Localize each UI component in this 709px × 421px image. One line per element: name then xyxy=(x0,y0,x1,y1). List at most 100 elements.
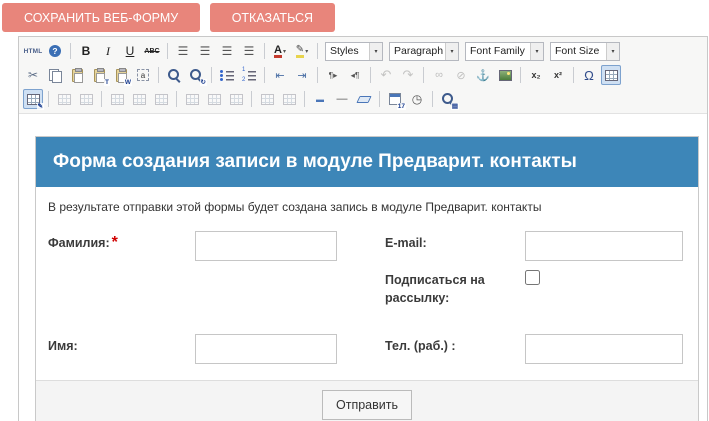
insert-column-after-icon[interactable] xyxy=(204,89,224,109)
help-icon[interactable]: ? xyxy=(45,41,65,61)
last-name-input[interactable] xyxy=(195,231,337,261)
font-family-select-value: Font Family xyxy=(470,45,525,57)
insert-column-before-icon[interactable] xyxy=(182,89,202,109)
paste-as-text-icon[interactable]: T xyxy=(89,65,110,86)
toolbar-separator xyxy=(70,43,71,59)
ltr-icon[interactable]: ¶▸ xyxy=(323,65,343,85)
preview-icon[interactable]: ▤ xyxy=(438,89,459,110)
unlink-icon[interactable]: ⊘ xyxy=(451,65,471,85)
editor-toolbar: HTML? B I U ABC ☰ ☰ ☰ ☰ A ▾ ✎ ▾ Styles ▾ Paragraph ▾ Font… xyxy=(19,37,707,114)
text-color-button[interactable]: A ▾ xyxy=(270,41,290,61)
newsletter-checkbox[interactable] xyxy=(525,270,540,285)
table-row-properties-icon[interactable] xyxy=(54,89,74,109)
find-icon[interactable] xyxy=(164,65,184,85)
undo-icon[interactable]: ↶ xyxy=(376,65,396,85)
delete-column-icon[interactable] xyxy=(226,89,246,109)
insert-horizontal-rule-icon[interactable]: ▬ xyxy=(310,89,330,109)
insert-table-icon[interactable]: ✎ xyxy=(23,89,44,110)
insert-row-before-icon[interactable] xyxy=(107,89,127,109)
insert-column-before-icon-glyph xyxy=(185,93,199,105)
styles-select[interactable]: Styles ▾ xyxy=(325,41,383,61)
paragraph-select[interactable]: Paragraph ▾ xyxy=(389,41,459,61)
redo-icon[interactable]: ↷ xyxy=(398,65,418,85)
rtl-icon[interactable]: ◂¶ xyxy=(345,65,365,85)
split-cells-icon[interactable] xyxy=(257,89,277,109)
copy-icon[interactable] xyxy=(45,65,65,85)
styles-select-value: Styles xyxy=(330,45,359,57)
image-icon[interactable] xyxy=(495,65,515,85)
undo-icon-glyph: ↶ xyxy=(380,67,392,82)
form-title: Форма создания записи в модуле Предварит… xyxy=(36,137,698,187)
align-left-button[interactable]: ☰ xyxy=(173,41,193,61)
numbered-list-icon-glyph xyxy=(242,67,256,83)
insert-row-before-icon-glyph xyxy=(110,93,124,105)
chevron-down-icon[interactable]: ▾ xyxy=(283,48,286,55)
save-webform-button[interactable]: СОХРАНИТЬ ВЕБ-ФОРМУ xyxy=(2,3,201,32)
superscript-icon[interactable]: x² xyxy=(548,65,568,85)
table-icon[interactable] xyxy=(601,65,621,85)
insert-date-icon[interactable]: 17 xyxy=(385,89,406,110)
font-family-select[interactable]: Font Family ▾ xyxy=(465,41,544,61)
highlight-color-button[interactable]: ✎ ▾ xyxy=(292,41,312,61)
horizontal-rule-icon[interactable]: — xyxy=(332,89,352,109)
align-justify-button[interactable]: ☰ xyxy=(239,41,259,61)
toolbar-separator xyxy=(101,91,102,107)
first-name-label: Имя: xyxy=(48,339,78,353)
toolbar-separator xyxy=(48,91,49,107)
richtext-editor: HTML? B I U ABC ☰ ☰ ☰ ☰ A ▾ ✎ ▾ Styles ▾ Paragraph ▾ Font… xyxy=(18,36,708,421)
find-replace-icon[interactable]: ↻ xyxy=(186,65,207,86)
merge-cells-icon-glyph xyxy=(282,93,296,105)
chevron-down-icon[interactable]: ▾ xyxy=(305,48,308,55)
insert-column-after-icon-glyph xyxy=(207,93,221,105)
align-center-button[interactable]: ☰ xyxy=(195,41,215,61)
font-size-select[interactable]: Font Size ▾ xyxy=(550,41,620,61)
insert-time-icon[interactable]: ◷ xyxy=(407,89,427,109)
chevron-down-icon[interactable]: ▾ xyxy=(606,42,619,60)
help-icon-glyph: ? xyxy=(49,45,61,57)
align-right-button[interactable]: ☰ xyxy=(217,41,237,61)
cut-icon[interactable]: ✂ xyxy=(23,65,43,85)
paste-icon[interactable] xyxy=(67,65,87,85)
rtl-icon-glyph: ◂¶ xyxy=(350,69,360,80)
ltr-icon-glyph: ¶▸ xyxy=(328,69,338,80)
table-cell-properties-icon[interactable] xyxy=(76,89,96,109)
form-row-1: Фамилия: * E-mail: xyxy=(48,231,686,261)
form-description: В результате отправки этой формы будет с… xyxy=(48,200,542,214)
special-char-icon[interactable]: Ω xyxy=(579,65,599,85)
insert-row-after-icon[interactable] xyxy=(129,89,149,109)
required-asterisk: * xyxy=(111,234,118,251)
remove-format-icon[interactable] xyxy=(354,89,374,109)
find-replace-icon-overlay: ↻ xyxy=(199,78,207,86)
underline-button[interactable]: U xyxy=(120,41,140,61)
submit-button[interactable]: Отправить xyxy=(322,390,412,420)
outdent-icon[interactable]: ⇤ xyxy=(270,65,290,85)
bold-button[interactable]: B xyxy=(76,41,96,61)
chevron-down-icon[interactable]: ▾ xyxy=(530,42,543,60)
cancel-button[interactable]: ОТКАЗАТЬСЯ xyxy=(209,3,336,32)
chevron-down-icon[interactable]: ▾ xyxy=(369,42,382,60)
delete-row-icon[interactable] xyxy=(151,89,171,109)
link-icon[interactable]: ∞ xyxy=(429,65,449,85)
phone-work-input[interactable] xyxy=(525,334,683,364)
html-source-button[interactable]: HTML xyxy=(23,41,43,61)
indent-icon[interactable]: ⇥ xyxy=(292,65,312,85)
paste-from-word-icon-overlay: W xyxy=(123,78,132,86)
first-name-input[interactable] xyxy=(195,334,337,364)
insert-row-after-icon-glyph xyxy=(132,93,146,105)
horizontal-rule-icon-glyph: — xyxy=(336,93,348,105)
chevron-down-icon[interactable]: ▾ xyxy=(445,42,458,60)
editor-content-area[interactable]: Форма создания записи в модуле Предварит… xyxy=(19,136,707,421)
insert-table-icon-overlay: ✎ xyxy=(36,102,44,110)
image-icon-glyph xyxy=(498,69,512,81)
form-row-3: Имя: Тел. (раб.) : xyxy=(48,334,686,364)
select-all-icon[interactable]: a xyxy=(133,65,153,85)
email-input[interactable] xyxy=(525,231,683,261)
italic-button[interactable]: I xyxy=(98,41,118,61)
strikethrough-button[interactable]: ABC xyxy=(142,41,162,61)
paste-from-word-icon[interactable]: W xyxy=(111,65,132,86)
merge-cells-icon[interactable] xyxy=(279,89,299,109)
numbered-list-icon[interactable] xyxy=(239,65,259,85)
bullet-list-icon[interactable] xyxy=(217,65,237,85)
anchor-icon[interactable]: ⚓ xyxy=(473,65,493,85)
subscript-icon[interactable]: x₂ xyxy=(526,65,546,85)
